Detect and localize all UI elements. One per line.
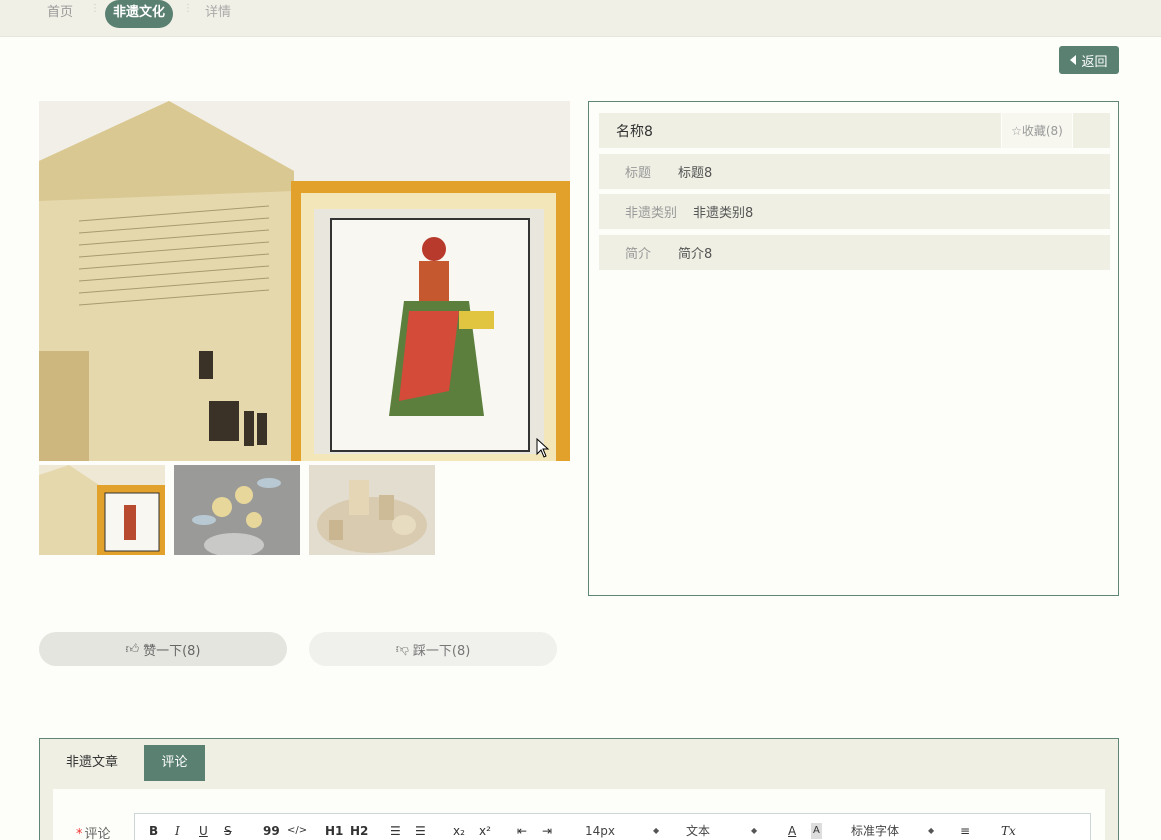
code-block-button[interactable]: </> <box>287 823 307 839</box>
clear-format-button[interactable]: Tx <box>1001 823 1016 839</box>
indent-icon[interactable]: ⇥ <box>542 823 552 839</box>
breadcrumb-separator: ⋮ <box>90 3 100 14</box>
detail-row-title: 标题 标题8 <box>599 154 1110 189</box>
strikethrough-button[interactable]: S <box>224 823 232 839</box>
top-nav-bar: 首页 ⋮ 非遗文化 ⋮ 详情 <box>0 0 1161 37</box>
blockquote-button[interactable]: 99 <box>263 823 280 839</box>
subscript-button[interactable]: x₂ <box>453 823 465 839</box>
dislike-button-label: 踩一下(8) <box>412 643 471 659</box>
tab-article[interactable]: 非遗文章 <box>53 745 131 781</box>
detail-row-intro: 简介 简介8 <box>599 235 1110 270</box>
superscript-button[interactable]: x² <box>479 823 491 839</box>
heading-2-button[interactable]: H2 <box>350 823 368 839</box>
comment-label-text: 评论 <box>84 827 111 840</box>
outdent-icon[interactable]: ⇤ <box>517 823 527 839</box>
back-button-label: 返回 <box>1081 54 1108 70</box>
ordered-list-icon[interactable]: ☰ <box>390 823 401 839</box>
caret-left-icon <box>1070 55 1077 65</box>
detail-label: 标题 <box>625 166 652 181</box>
like-button[interactable]: 👍︎ 赞一下(8) <box>39 632 287 666</box>
main-carousel-image[interactable]: › <box>39 101 570 461</box>
bold-button[interactable]: B <box>149 823 158 839</box>
comment-field-label: * 评论 <box>76 823 111 840</box>
favorite-button-label: ☆收藏(8) <box>1011 124 1063 138</box>
detail-row-category: 非遗类别 非遗类别8 <box>599 194 1110 229</box>
mouse-cursor-icon <box>536 438 550 458</box>
thumbnail-2[interactable] <box>174 465 300 555</box>
align-left-icon[interactable]: ≡ <box>960 823 970 839</box>
detail-value: 非遗类别8 <box>693 206 754 221</box>
thumbs-down-icon: 👎︎ <box>395 641 409 657</box>
breadcrumb-section[interactable]: 非遗文化 <box>105 0 173 28</box>
breadcrumb-current: 详情 <box>205 5 232 20</box>
tab-comment[interactable]: 评论 <box>144 745 205 781</box>
block-type-select[interactable]: 文本 <box>686 823 710 839</box>
dislike-button[interactable]: 👎︎ 踩一下(8) <box>309 632 557 666</box>
detail-value: 标题8 <box>678 166 713 181</box>
rich-text-toolbar: B I U S 99 </> H1 H2 ☰ ☰ x₂ x² ⇤ ⇥ 14px … <box>134 813 1091 840</box>
name-row-end <box>1073 113 1110 148</box>
font-family-select[interactable]: 标准字体 <box>851 823 899 839</box>
thumbnail-3[interactable] <box>309 465 435 555</box>
required-mark: * <box>76 827 83 840</box>
detail-value: 简介8 <box>678 247 713 262</box>
chevron-updown-icon: ◆ <box>928 826 935 835</box>
text-color-icon[interactable]: A <box>788 823 796 839</box>
heading-1-button[interactable]: H1 <box>325 823 343 839</box>
detail-label: 简介 <box>625 247 652 262</box>
background-color-icon[interactable]: A <box>811 823 822 839</box>
thumbs-up-icon: 👍︎ <box>125 641 140 657</box>
like-button-label: 赞一下(8) <box>143 643 201 659</box>
item-name: 名称8 <box>599 113 1001 148</box>
back-button[interactable]: 返回 <box>1059 46 1119 74</box>
detail-label: 非遗类别 <box>625 206 678 221</box>
breadcrumb-separator: ⋮ <box>183 3 193 14</box>
underline-button[interactable]: U <box>199 823 208 839</box>
breadcrumb-home[interactable]: 首页 <box>47 0 73 28</box>
font-size-select[interactable]: 14px <box>585 823 615 839</box>
bullet-list-icon[interactable]: ☰ <box>415 823 426 839</box>
chevron-updown-icon: ◆ <box>751 826 758 835</box>
favorite-button[interactable]: ☆收藏(8) <box>1002 113 1072 148</box>
thumbnail-1[interactable] <box>39 465 165 555</box>
italic-button[interactable]: I <box>175 823 180 839</box>
detail-info-panel: 名称8 ☆收藏(8) 标题 标题8 非遗类别 非遗类别8 简介 简介8 <box>588 101 1119 596</box>
chevron-updown-icon: ◆ <box>653 826 660 835</box>
